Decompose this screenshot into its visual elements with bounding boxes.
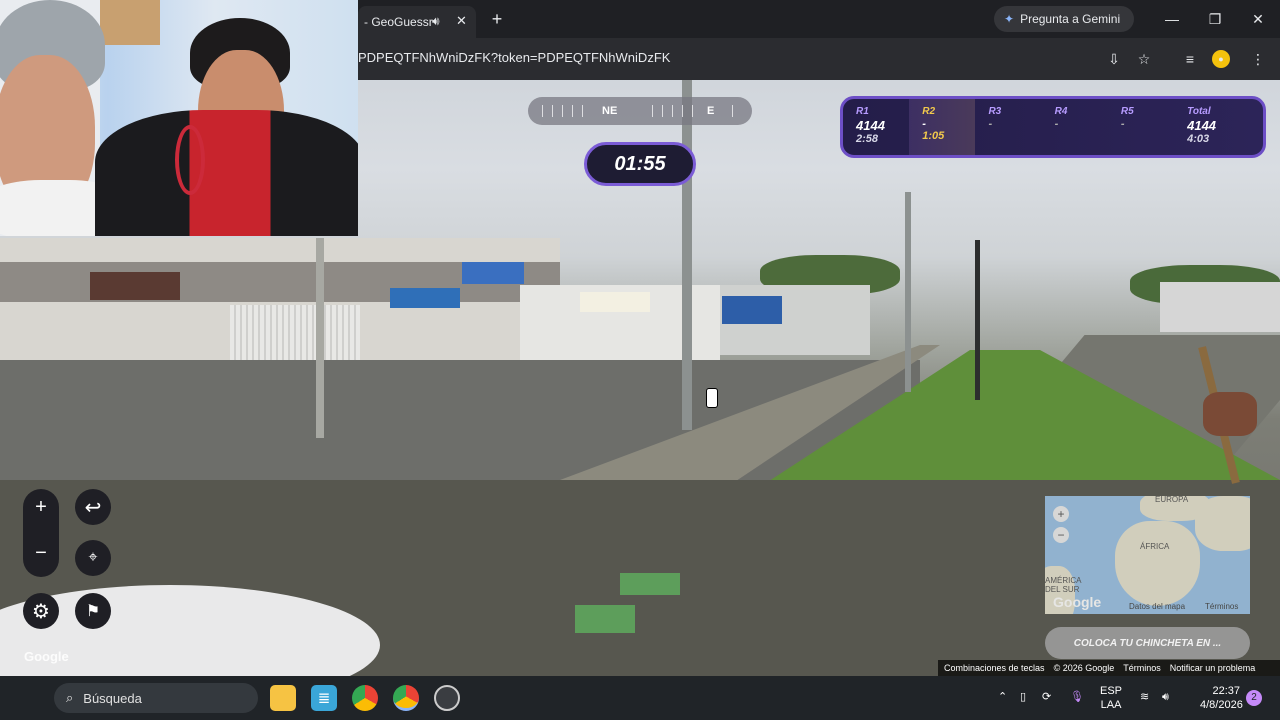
keyboard-shortcuts-link[interactable]: Combinaciones de teclas <box>944 663 1045 673</box>
settings-button[interactable]: ⚙ <box>23 593 59 629</box>
flag-icon: ⚑ <box>85 603 101 620</box>
taskbar-search[interactable]: ⌕ Búsqueda <box>54 683 258 713</box>
map-label-europa: EUROPA <box>1155 496 1189 504</box>
compass-e: E <box>707 105 715 117</box>
checkpoint-button[interactable]: ⚑ <box>75 593 111 629</box>
round-1: R1 4144 2:58 <box>843 99 909 155</box>
new-tab-button[interactable]: + <box>486 8 508 30</box>
search-icon: ⌕ <box>66 690 74 705</box>
wifi-icon[interactable]: ≋ <box>1140 690 1149 704</box>
round-label: R2 <box>922 106 936 117</box>
round-label: R4 <box>1054 106 1068 117</box>
round-time: 2:58 <box>856 133 879 145</box>
round-timer: 01:55 <box>584 142 696 186</box>
language-bottom: LAA <box>1100 699 1122 711</box>
round-label: R3 <box>988 106 1002 117</box>
round-2: R2 - 1:05 <box>909 99 976 155</box>
webcam-overlay <box>0 0 358 236</box>
round-total: Total 4144 4:03 <box>1174 99 1263 155</box>
gemini-button[interactable]: ✦ Pregunta a Gemini <box>994 6 1134 32</box>
undo-move-button[interactable]: ↩ <box>75 489 111 525</box>
red-black-jersey <box>95 110 358 236</box>
gemini-icon: ✦ <box>1004 12 1015 26</box>
bookmark-star-icon[interactable]: ☆ <box>1132 48 1156 70</box>
media-control-icon[interactable]: ≡ <box>1178 48 1202 70</box>
map-label-africa: ÁFRICA <box>1140 542 1170 551</box>
browser-tab-strip: - GeoGuessr 🔊︎ ✕ + ✦ Pregunta a Gemini —… <box>358 0 1280 38</box>
install-app-icon[interactable]: ⇩ <box>1102 48 1126 70</box>
report-problem-link[interactable]: Notificar un problema <box>1170 663 1256 673</box>
round-5: R5 - <box>1108 99 1174 155</box>
speaker-icon[interactable]: 🔊︎ <box>432 14 440 29</box>
language-top: ESP <box>1100 685 1123 697</box>
file-explorer-icon[interactable] <box>270 685 296 711</box>
map-label-america: AMÉRICA DEL SUR <box>1045 576 1082 594</box>
tray-chevron-icon[interactable]: ⌃ <box>998 690 1007 704</box>
round-points: - <box>1054 118 1059 130</box>
windows-start-icon[interactable] <box>18 686 42 710</box>
search-placeholder: Búsqueda <box>83 690 142 706</box>
url-text[interactable]: PDPEQTFNhWniDzFK?token=PDPEQTFNhWniDzFK <box>358 50 670 65</box>
africa-landmass <box>1115 521 1200 606</box>
round-points: - <box>988 118 993 130</box>
score-panel: R1 4144 2:58 R2 - 1:05 R3 - R4 - R5 - To… <box>840 96 1266 158</box>
notepad-icon[interactable]: ≣ <box>311 685 337 711</box>
minimap-terms-link[interactable]: Términos <box>1205 602 1238 611</box>
close-tab-icon[interactable]: ✕ <box>456 13 467 29</box>
tab-geoguessr[interactable]: - GeoGuessr 🔊︎ ✕ <box>358 6 476 38</box>
windows-taskbar: ⌕ Búsqueda ≣ ⌃ ▯ ⟳ 🎙︎ ESP LAA ≋ 🔊︎ 22:37… <box>0 676 1280 720</box>
round-label: R5 <box>1120 106 1134 117</box>
minimap-google-logo: Google <box>1053 594 1102 610</box>
total-time: 4:03 <box>1187 133 1210 145</box>
minimap-zoom-in[interactable]: + <box>1053 506 1069 522</box>
compass: NE E <box>528 97 752 125</box>
clock-time: 22:37 <box>1212 685 1240 697</box>
close-window-button[interactable]: ✕ <box>1244 8 1272 30</box>
minimap-data-label: Datos del mapa <box>1129 602 1186 611</box>
minimap-zoom-out[interactable]: − <box>1053 527 1069 543</box>
minimize-button[interactable]: — <box>1158 8 1186 30</box>
chrome-profile-icon[interactable] <box>393 685 419 711</box>
round-4: R4 - <box>1042 99 1108 155</box>
sync-icon[interactable]: ⟳ <box>1042 690 1051 704</box>
gemini-label: Pregunta a Gemini <box>1020 12 1121 26</box>
menu-dots-icon[interactable]: ⋮ <box>1246 48 1270 70</box>
profile-avatar[interactable]: ● <box>1212 50 1230 68</box>
round-points: - <box>922 118 926 130</box>
tab-title: - GeoGuessr <box>364 15 433 29</box>
guess-minimap[interactable]: EUROPA ÁFRICA AMÉRICA DEL SUR + − Google… <box>1045 496 1250 614</box>
notification-badge[interactable]: 2 <box>1246 690 1262 706</box>
zoom-in-button[interactable]: + <box>23 489 59 525</box>
round-time: 1:05 <box>922 130 945 142</box>
compass-ne: NE <box>602 105 618 117</box>
round-label: R1 <box>856 106 869 117</box>
gear-icon: ⚙ <box>32 600 50 623</box>
google-logo: Google <box>24 649 69 664</box>
obs-icon[interactable] <box>434 685 460 711</box>
language-indicator[interactable]: ESP LAA <box>1100 684 1122 712</box>
map-attribution: Combinaciones de teclas © 2026 Google Té… <box>938 660 1280 676</box>
chrome-icon[interactable] <box>352 685 378 711</box>
clock[interactable]: 22:37 4/8/2026 <box>1200 684 1243 712</box>
usb-icon[interactable]: ▯ <box>1020 690 1026 704</box>
clock-date: 4/8/2026 <box>1200 699 1243 711</box>
volume-icon[interactable]: 🔊︎ <box>1162 690 1169 704</box>
address-bar: PDPEQTFNhWniDzFK?token=PDPEQTFNhWniDzFK … <box>358 38 1280 80</box>
total-points: 4144 <box>1187 118 1217 133</box>
maximize-button[interactable]: ❐ <box>1201 8 1229 30</box>
mouse-cursor <box>706 388 718 408</box>
location-pin-icon: ⌖ <box>88 549 98 566</box>
copyright-text: © 2026 Google <box>1053 663 1115 673</box>
round-points: - <box>1120 118 1125 130</box>
round-points: 4144 <box>856 118 885 133</box>
total-label: Total <box>1187 106 1211 117</box>
microphone-icon[interactable]: 🎙︎ <box>1070 690 1084 704</box>
terms-link[interactable]: Términos <box>1123 663 1161 673</box>
round-3: R3 - <box>975 99 1041 155</box>
zoom-out-button[interactable]: − <box>23 535 59 571</box>
guess-button[interactable]: COLOCA TU CHINCHETA EN ... <box>1045 627 1250 659</box>
return-to-start-button[interactable]: ⌖ <box>75 540 111 576</box>
